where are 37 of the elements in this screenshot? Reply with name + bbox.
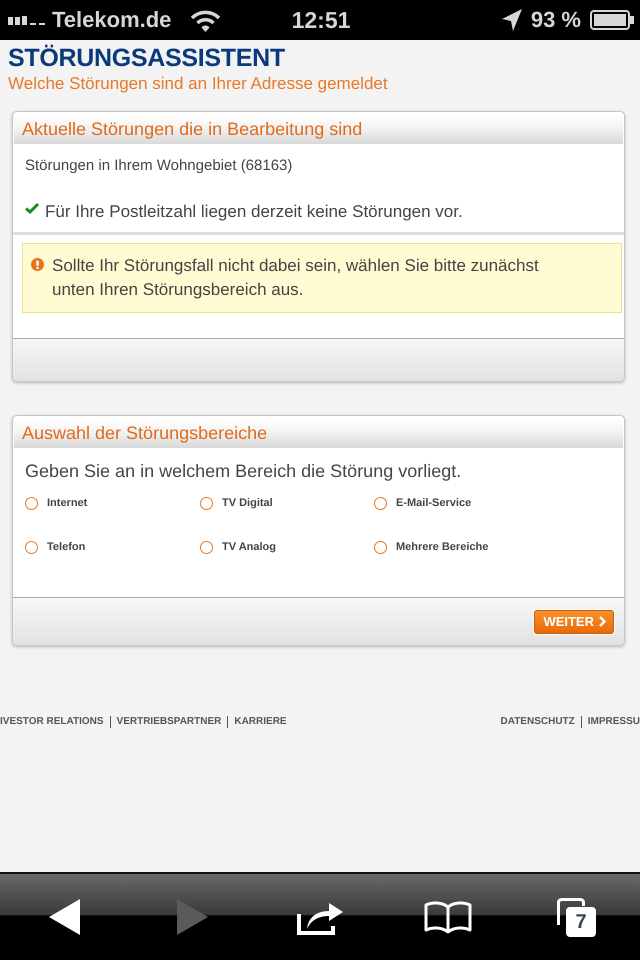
footer-link[interactable]: IMPRESSU bbox=[580, 716, 640, 728]
status-message: Für Ihre Postleitzahl liegen derzeit keine Störungen vor. bbox=[45, 202, 463, 222]
footer-link[interactable]: DATENSCHUTZ bbox=[500, 716, 575, 728]
clock-time: 12:51 bbox=[292, 7, 350, 33]
radio-button[interactable] bbox=[200, 540, 213, 554]
page-title: STÖRUNGSASSISTENT bbox=[8, 43, 285, 73]
back-button[interactable] bbox=[48, 899, 80, 935]
check-icon bbox=[25, 203, 39, 214]
location-arrow-icon bbox=[502, 9, 522, 31]
carrier-name: Telekom.de bbox=[52, 7, 172, 33]
radio-button[interactable] bbox=[374, 540, 387, 554]
option-label[interactable]: TV Analog bbox=[222, 541, 276, 553]
footer-link[interactable]: IVESTOR RELATIONS bbox=[0, 716, 104, 728]
footer-link[interactable]: VERTRIEBSPARTNER bbox=[110, 716, 222, 728]
card-title: Auswahl der Störungsbereiche bbox=[22, 422, 268, 444]
battery-percentage: 93 % bbox=[530, 7, 581, 33]
radio-button[interactable] bbox=[25, 540, 38, 554]
radio-button[interactable] bbox=[374, 496, 387, 510]
radio-button[interactable] bbox=[200, 496, 213, 510]
page-subtitle: Welche Störungen sind an Ihrer Adresse gemeldet bbox=[8, 73, 388, 95]
option-label[interactable]: Telefon bbox=[47, 541, 86, 553]
footer-link[interactable]: KARRIERE bbox=[227, 716, 287, 728]
card-title: Aktuelle Störungen die in Bearbeitung sind bbox=[22, 118, 362, 140]
option-label[interactable]: Internet bbox=[47, 497, 88, 509]
signal-bars-icon bbox=[8, 15, 45, 25]
alert-icon bbox=[31, 258, 44, 271]
prompt-text: Geben Sie an in welchem Bereich die Störung vorliegt. bbox=[24, 460, 462, 482]
option-label[interactable]: TV Digital bbox=[222, 497, 273, 509]
radio-button[interactable] bbox=[25, 496, 38, 510]
option-label[interactable]: E-Mail-Service bbox=[396, 497, 472, 509]
notice-text: Sollte Ihr Störungsfall nicht dabei sein, wählen Sie bitte zunächst unten Ihren Störungsbereich aus. bbox=[52, 255, 540, 301]
chevron-icon bbox=[599, 616, 606, 627]
battery-icon bbox=[590, 10, 634, 30]
wifi-icon bbox=[190, 8, 222, 32]
option-label[interactable]: Mehrere Bereiche bbox=[396, 541, 488, 553]
area-text: Störungen in Ihrem Wohngebiet (68163) bbox=[24, 156, 294, 176]
bookmarks-button[interactable] bbox=[424, 900, 472, 934]
